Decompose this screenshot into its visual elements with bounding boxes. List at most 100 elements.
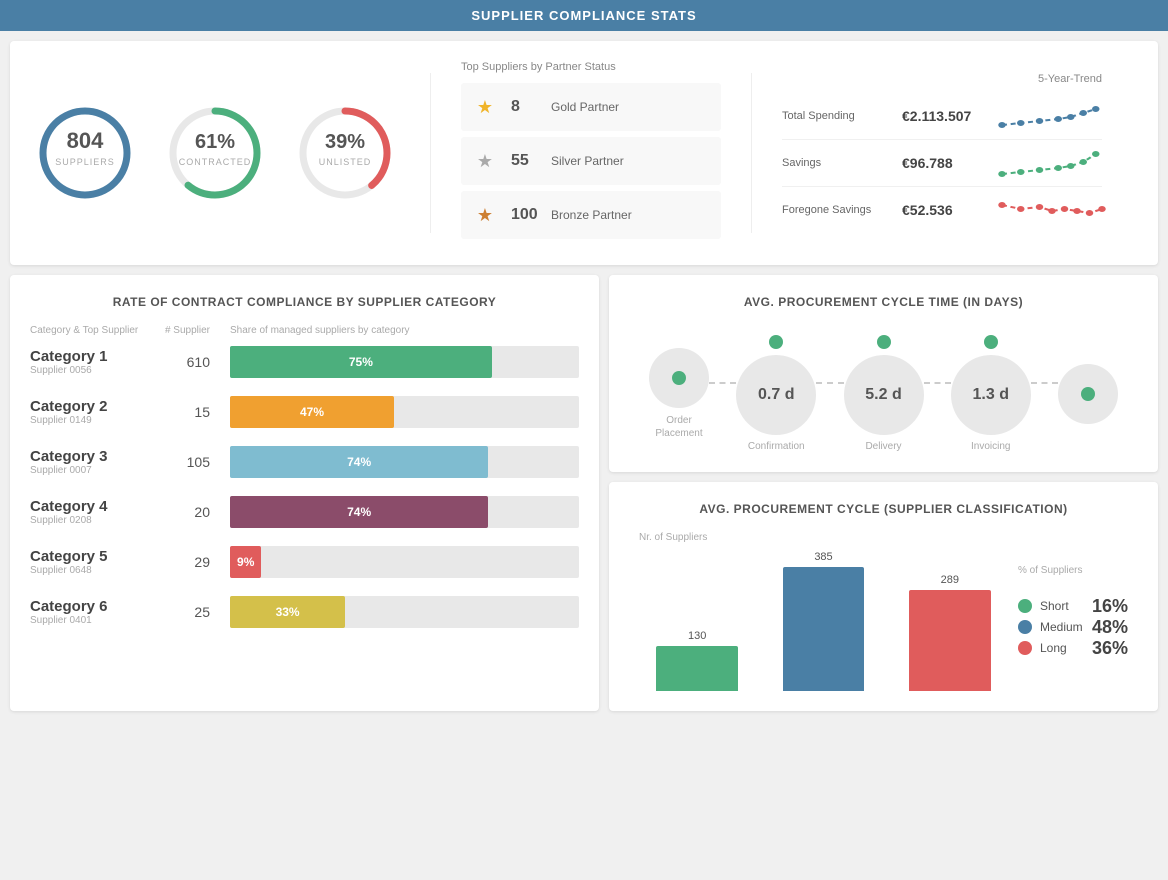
svg-text:UNLISTED: UNLISTED (319, 157, 372, 167)
right-panels: AVG. PROCUREMENT CYCLE TIME (IN DAYS) Or… (609, 275, 1158, 711)
connector-3 (924, 382, 951, 384)
class-bars: 130 385 289 (639, 551, 1008, 691)
order-dot (672, 371, 686, 385)
bar-cat-0: Category 1 Supplier 0056 (30, 348, 160, 376)
step-end (1058, 364, 1118, 424)
bar-cat-5: Category 6 Supplier 0401 (30, 598, 160, 626)
bar-rows-container: Category 1 Supplier 0056 610 75% Categor… (30, 346, 579, 628)
silver-label: Silver Partner (551, 154, 624, 168)
class-bar-area: Nr. of Suppliers 130 385 289 (639, 532, 1008, 691)
class-title: AVG. PROCUREMENT CYCLE (SUPPLIER CLASSIF… (629, 502, 1138, 516)
legend-item-0: Short 16% (1018, 596, 1128, 617)
bar-cat-3: Category 4 Supplier 0208 (30, 498, 160, 526)
svg-text:CONTRACTED: CONTRACTED (179, 157, 252, 167)
partner-title: Top Suppliers by Partner Status (461, 61, 721, 73)
contracted-circle: 61% CONTRACTED (165, 103, 265, 203)
divider-2 (751, 73, 752, 233)
inv-label: Invoicing (971, 441, 1010, 452)
bar-row-2: Category 3 Supplier 0007 105 74% (30, 446, 579, 478)
del-label: Delivery (865, 441, 901, 452)
bar-cat-1: Category 2 Supplier 0149 (30, 398, 160, 426)
conf-label: Confirmation (748, 441, 805, 452)
trend-spending: Total Spending €2.113.507 (782, 93, 1102, 140)
kpi-unlisted: 39% UNLISTED (290, 103, 400, 203)
gold-count: 8 (511, 98, 541, 116)
trend-title: 5-Year-Trend (782, 73, 1102, 85)
inv-value: 1.3 d (973, 386, 1009, 404)
silver-icon: ★ (469, 145, 501, 177)
trend-savings-label: Savings (782, 157, 892, 169)
trend-section: 5-Year-Trend Total Spending €2.113.507 (782, 73, 1102, 233)
trend-foregone: Foregone Savings €52.536 (782, 187, 1102, 233)
trend-foregone-chart (1002, 195, 1102, 225)
suppliers-circle: 804 SUPPLIERS (35, 103, 135, 203)
class-bar-col-1: 385 (765, 551, 881, 691)
del-value: 5.2 d (865, 386, 901, 404)
class-y-label: % of Suppliers (1018, 565, 1128, 576)
page-title: SUPPLIER COMPLIANCE STATS (471, 8, 696, 23)
cycle-bubbles: OrderPlacement 0.7 d Confirmation 5 (629, 325, 1138, 452)
bar-row-4: Category 5 Supplier 0648 29 9% (30, 546, 579, 578)
top-section: 804 SUPPLIERS 61% CONTRACTED 39% UNLISTE… (10, 41, 1158, 265)
partner-silver: ★ 55 Silver Partner (461, 137, 721, 185)
kpi-suppliers: 804 SUPPLIERS (30, 103, 140, 203)
partner-section: Top Suppliers by Partner Status ★ 8 Gold… (461, 61, 721, 245)
trend-foregone-value: €52.536 (902, 202, 992, 218)
step-invoicing: 1.3 d Invoicing (951, 335, 1031, 452)
trend-spending-label: Total Spending (782, 110, 892, 122)
svg-text:61%: 61% (195, 131, 235, 153)
trend-spending-chart (1002, 101, 1102, 131)
end-bubble (1058, 364, 1118, 424)
legend-item-1: Medium 48% (1018, 617, 1128, 638)
step-delivery: 5.2 d Delivery (844, 335, 924, 452)
classification-panel: AVG. PROCUREMENT CYCLE (SUPPLIER CLASSIF… (609, 482, 1158, 711)
bar-cat-2: Category 3 Supplier 0007 (30, 448, 160, 476)
step-order: OrderPlacement (649, 348, 709, 440)
svg-text:804: 804 (67, 128, 104, 153)
legend-items: Short 16% Medium 48% Long 36% (1018, 596, 1128, 659)
trend-savings: Savings €96.788 (782, 140, 1102, 187)
bronze-count: 100 (511, 206, 541, 224)
col-header-count: # Supplier (160, 325, 210, 336)
page-header: SUPPLIER COMPLIANCE STATS (0, 0, 1168, 31)
bar-cat-4: Category 5 Supplier 0648 (30, 548, 160, 576)
svg-text:39%: 39% (325, 131, 365, 153)
bar-chart-title: RATE OF CONTRACT COMPLIANCE BY SUPPLIER … (30, 295, 579, 309)
col-header-category: Category & Top Supplier (30, 325, 160, 336)
bar-row-1: Category 2 Supplier 0149 15 47% (30, 396, 579, 428)
trend-foregone-label: Foregone Savings (782, 204, 892, 216)
divider-1 (430, 73, 431, 233)
class-content: Nr. of Suppliers 130 385 289 % of Suppli… (629, 532, 1138, 691)
trend-savings-chart (1002, 148, 1102, 178)
kpi-circles: 804 SUPPLIERS 61% CONTRACTED 39% UNLISTE… (30, 103, 400, 203)
conf-bubble: 0.7 d (736, 355, 816, 435)
cycle-time-panel: AVG. PROCUREMENT CYCLE TIME (IN DAYS) Or… (609, 275, 1158, 472)
step-confirmation: 0.7 d Confirmation (736, 335, 816, 452)
order-bubble (649, 348, 709, 408)
gold-icon: ★ (469, 91, 501, 123)
bar-chart-header: Category & Top Supplier # Supplier Share… (30, 325, 579, 336)
class-legend: % of Suppliers Short 16% Medium 48% Long… (1018, 532, 1128, 691)
bar-chart-panel: RATE OF CONTRACT COMPLIANCE BY SUPPLIER … (10, 275, 599, 711)
legend-item-2: Long 36% (1018, 638, 1128, 659)
partner-bronze: ★ 100 Bronze Partner (461, 191, 721, 239)
connector-1 (709, 382, 736, 384)
class-x-label: Nr. of Suppliers (639, 532, 1008, 543)
connector-4 (1031, 382, 1058, 384)
trend-savings-value: €96.788 (902, 155, 992, 171)
conf-dot (769, 335, 783, 349)
bronze-label: Bronze Partner (551, 208, 632, 222)
del-bubble: 5.2 d (844, 355, 924, 435)
kpi-contracted: 61% CONTRACTED (160, 103, 270, 203)
inv-bubble: 1.3 d (951, 355, 1031, 435)
unlisted-circle: 39% UNLISTED (295, 103, 395, 203)
bronze-icon: ★ (469, 199, 501, 231)
bar-row-3: Category 4 Supplier 0208 20 74% (30, 496, 579, 528)
partner-gold: ★ 8 Gold Partner (461, 83, 721, 131)
silver-count: 55 (511, 152, 541, 170)
end-dot (1081, 387, 1095, 401)
bar-row-5: Category 6 Supplier 0401 25 33% (30, 596, 579, 628)
bottom-section: RATE OF CONTRACT COMPLIANCE BY SUPPLIER … (10, 275, 1158, 711)
gold-label: Gold Partner (551, 100, 619, 114)
col-header-share: Share of managed suppliers by category (210, 325, 579, 336)
